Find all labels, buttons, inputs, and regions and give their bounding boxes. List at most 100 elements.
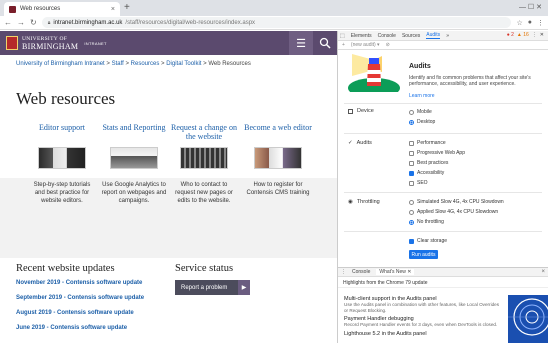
breadcrumb-separator: > xyxy=(106,61,110,67)
card-image[interactable] xyxy=(180,147,228,169)
throttling-option-applied[interactable]: Applied Slow 4G, 4x CPU Slowdown xyxy=(409,209,498,215)
divider xyxy=(344,103,542,104)
device-option-desktop[interactable]: Desktop xyxy=(409,119,435,125)
error-count[interactable]: ● 2 xyxy=(507,32,514,38)
audit-option-best-practices[interactable]: Best practices xyxy=(409,160,448,166)
breadcrumb-link[interactable]: Digital Toolkit xyxy=(166,61,201,67)
tab-console[interactable]: Console xyxy=(378,33,396,39)
browser-tab[interactable]: Web resources × xyxy=(4,2,120,16)
audit-option-performance[interactable]: Performance xyxy=(409,140,446,146)
audit-option-seo[interactable]: SEO xyxy=(409,180,428,186)
card-image[interactable] xyxy=(38,147,86,169)
breadcrumb-separator: > xyxy=(161,61,165,67)
university-logo[interactable]: UNIVERSITY OF BIRMINGHAM xyxy=(22,36,78,51)
update-link[interactable]: September 2019 - Contensis software upda… xyxy=(16,295,144,302)
inspect-icon[interactable]: ⬚ xyxy=(340,33,345,39)
checkbox[interactable] xyxy=(409,160,414,166)
tab-elements[interactable]: Elements xyxy=(351,33,372,39)
radio-button[interactable] xyxy=(409,209,414,215)
whats-new-video-thumbnail[interactable] xyxy=(508,295,548,343)
tab-audits[interactable]: Audits xyxy=(426,32,441,39)
card-editor-support[interactable]: Editor support Step-by-step tutorials an… xyxy=(24,123,100,205)
audit-option-accessibility[interactable]: Accessibility xyxy=(409,170,444,176)
close-devtools-icon[interactable]: ✕ xyxy=(540,32,544,38)
more-tabs-icon[interactable]: » xyxy=(446,33,449,39)
breadcrumb-link[interactable]: Resources xyxy=(131,61,160,67)
divider xyxy=(344,192,542,193)
card-stats-reporting[interactable]: Stats and Reporting Use Google Analytics… xyxy=(96,123,172,205)
audits-toolbar: + (new audit) ▾ ⊘ xyxy=(338,41,548,50)
drawer-menu-icon[interactable]: ⋮ xyxy=(341,269,346,275)
checkbox[interactable] xyxy=(409,180,414,186)
browser-tab-strip: Web resources × + — ☐ ✕ xyxy=(0,0,548,16)
device-option-mobile[interactable]: Mobile xyxy=(409,109,432,115)
radio-button[interactable] xyxy=(409,199,414,205)
update-link[interactable]: November 2019 - Contensis software updat… xyxy=(16,280,144,287)
window-controls[interactable]: — ☐ ✕ xyxy=(519,3,542,11)
radio-button[interactable] xyxy=(409,119,414,125)
card-title[interactable]: Become a web editor xyxy=(240,123,316,145)
device-icon xyxy=(348,108,353,114)
update-link[interactable]: June 2019 - Contensis software update xyxy=(16,325,144,332)
drawer-tab-console[interactable]: Console xyxy=(352,269,370,275)
card-become-web-editor[interactable]: Become a web editor How to register for … xyxy=(240,123,316,197)
clear-storage-option[interactable]: Clear storage xyxy=(409,238,447,244)
address-bar[interactable]: 🔒︎ intranet.birmingham.ac.uk/staff/resou… xyxy=(41,17,512,28)
report-problem-button[interactable]: Report a problem ▶ xyxy=(175,280,250,295)
checkbox[interactable] xyxy=(409,170,414,176)
breadcrumb-link[interactable]: Staff xyxy=(112,61,124,67)
clear-audits-icon[interactable]: ⊘ xyxy=(386,42,390,48)
browser-tab-title: Web resources xyxy=(20,6,61,12)
target-graphic-icon xyxy=(508,298,548,336)
tab-sources[interactable]: Sources xyxy=(402,33,420,39)
drawer-tab-whats-new[interactable]: What's New ✕ xyxy=(376,269,415,275)
report-problem-label: Report a problem xyxy=(181,284,228,291)
radio-button[interactable] xyxy=(409,219,414,225)
card-title[interactable]: Editor support xyxy=(24,123,100,145)
profile-icon[interactable]: ● xyxy=(528,19,532,27)
add-audit-icon[interactable]: + xyxy=(342,42,345,48)
throttling-option-simulated[interactable]: Simulated Slow 4G, 4x CPU Slowdown xyxy=(409,199,504,205)
audit-report-select[interactable]: (new audit) ▾ xyxy=(351,42,380,48)
audit-option-pwa[interactable]: Progressive Web App xyxy=(409,150,465,156)
close-drawer-icon[interactable]: × xyxy=(541,269,545,275)
checkbox[interactable] xyxy=(409,150,414,156)
option-label: Performance xyxy=(417,140,446,146)
reload-icon[interactable]: ↻ xyxy=(30,18,37,28)
option-label: Simulated Slow 4G, 4x CPU Slowdown xyxy=(417,199,504,205)
warning-count[interactable]: ▲ 16 xyxy=(517,32,529,38)
whats-new-item-title[interactable]: Lighthouse 5.2 in the Audits panel xyxy=(344,331,504,337)
new-tab-icon[interactable]: + xyxy=(124,2,130,14)
throttling-section-label: ◉ Throttling xyxy=(348,199,380,205)
card-image[interactable] xyxy=(110,147,158,169)
checkbox[interactable] xyxy=(409,238,414,244)
menu-icon[interactable]: ☰ xyxy=(289,31,313,55)
devtools-menu-icon[interactable]: ⋮ xyxy=(532,32,537,38)
audits-body: Audits Identify and fix common problems … xyxy=(338,50,548,272)
card-title[interactable]: Request a change on the website xyxy=(166,123,242,145)
card-request-change[interactable]: Request a change on the website Who to c… xyxy=(166,123,242,205)
update-link[interactable]: August 2019 - Contensis software update xyxy=(16,310,144,317)
chevron-right-icon: ▶ xyxy=(238,280,250,295)
learn-more-link[interactable]: Learn more xyxy=(409,93,435,99)
close-tab-icon[interactable]: × xyxy=(111,6,115,13)
recent-updates-list: November 2019 - Contensis software updat… xyxy=(16,280,144,340)
page-title: Web resources xyxy=(16,89,116,108)
checkbox[interactable] xyxy=(409,140,414,146)
breadcrumb-link[interactable]: University of Birmingham Intranet xyxy=(16,61,105,67)
run-audits-button[interactable]: Run audits xyxy=(409,250,438,259)
throttling-option-none[interactable]: No throttling xyxy=(409,219,444,225)
divider xyxy=(344,231,542,232)
url-path: /staff/resources/digital/web-resources/i… xyxy=(125,19,256,26)
warning-count-value: 16 xyxy=(523,32,529,38)
back-icon[interactable]: ← xyxy=(4,18,12,28)
card-image[interactable] xyxy=(254,147,302,169)
search-icon[interactable] xyxy=(313,31,337,55)
card-title[interactable]: Stats and Reporting xyxy=(96,123,172,145)
browser-menu-icon[interactable]: ⋮ xyxy=(537,19,544,27)
bookmark-star-icon[interactable]: ☆ xyxy=(516,19,522,27)
breadcrumb-separator: > xyxy=(125,61,129,67)
radio-button[interactable] xyxy=(409,109,414,115)
forward-icon[interactable]: → xyxy=(17,18,25,28)
lighthouse-logo-icon xyxy=(348,54,400,92)
